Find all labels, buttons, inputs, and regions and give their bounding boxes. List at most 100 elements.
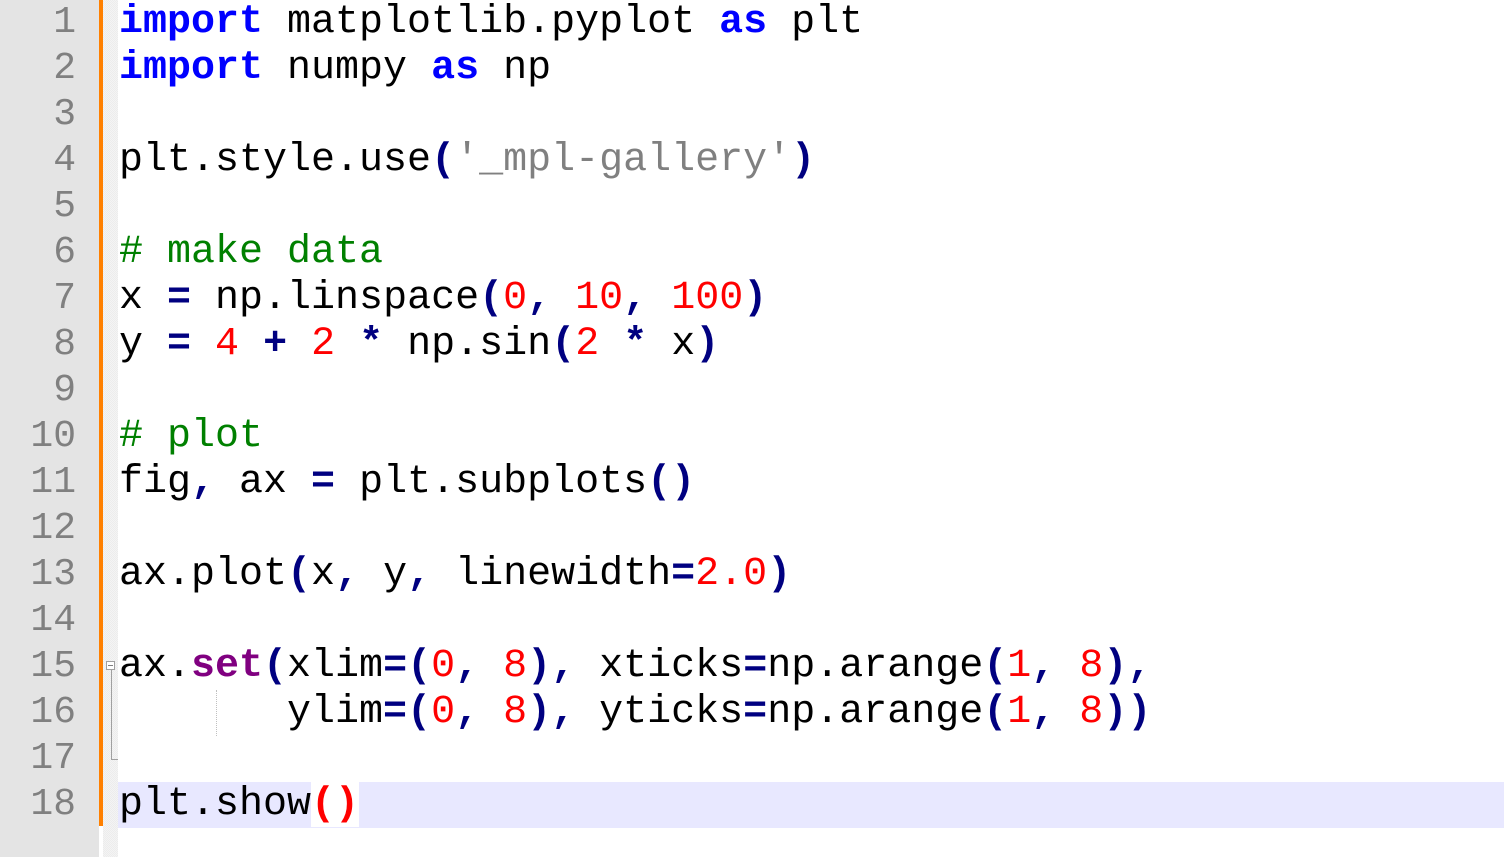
code-text[interactable]: import matplotlib.pyplot as plt [119,0,1504,46]
code-text[interactable] [119,184,1504,230]
identifier-token: fig [119,460,192,505]
operator-token: = [671,552,696,597]
line-number[interactable]: 3 [0,92,76,138]
code-line[interactable]: 1 import matplotlib.pyplot as plt [0,0,1504,46]
code-line[interactable]: 18 plt.show() [0,782,1504,828]
code-line[interactable]: 14 [0,598,1504,644]
operator-token: , [527,276,552,321]
code-text[interactable]: fig, ax = plt.subplots() [119,460,1504,506]
number-token: 0 [431,644,456,689]
code-text[interactable] [119,598,1504,644]
number-token: 0 [431,690,456,735]
code-line[interactable]: 11 fig, ax = plt.subplots() [0,460,1504,506]
identifier-token: x [119,276,168,321]
number-token: 1 [1007,690,1032,735]
code-line[interactable]: 4 plt.style.use('_mpl-gallery') [0,138,1504,184]
code-line[interactable]: 10 # plot [0,414,1504,460]
number-token: 4 [215,322,240,367]
code-text[interactable]: plt.show() [119,782,1504,828]
number-token: 8 [1079,690,1104,735]
line-number[interactable]: 17 [0,736,76,782]
line-number[interactable]: 11 [0,460,76,506]
code-text[interactable]: plt.style.use('_mpl-gallery') [119,138,1504,184]
operator-token: + [263,322,288,367]
identifier-token: numpy [263,46,432,91]
line-number[interactable]: 8 [0,322,76,368]
number-token: 1 [1007,644,1032,689]
line-number[interactable]: 10 [0,414,76,460]
code-text[interactable]: # plot [119,414,1504,460]
code-text[interactable]: ylim=(0, 8), yticks=np.arange(1, 8)) [119,690,1504,736]
code-line[interactable]: 16 ylim=(0, 8), yticks=np.arange(1, 8)) [0,690,1504,736]
number-token: 8 [503,644,528,689]
keyword-token: as [719,0,768,45]
code-text[interactable]: # make data [119,230,1504,276]
operator-token: =( [383,690,432,735]
line-number[interactable]: 6 [0,230,76,276]
identifier-token: x [647,322,696,367]
line-number[interactable]: 13 [0,552,76,598]
line-number[interactable]: 2 [0,46,76,92]
code-editor[interactable]: 1 import matplotlib.pyplot as plt 2 import … [0,0,1504,828]
operator-token: , [335,552,360,597]
line-number[interactable]: 15 [0,644,76,690]
comment-token: # make data [119,230,384,275]
operator-token: , [407,552,432,597]
line-number[interactable]: 12 [0,506,76,552]
operator-token: ( [551,322,576,367]
operator-token: , [1031,690,1056,735]
operator-token: , [455,690,480,735]
operator-token: =( [383,644,432,689]
code-line[interactable]: 9 [0,368,1504,414]
code-text[interactable]: ax.plot(x, y, linewidth=2.0) [119,552,1504,598]
code-line[interactable]: 5 [0,184,1504,230]
code-line[interactable]: 12 [0,506,1504,552]
line-number[interactable]: 1 [0,0,76,46]
identifier-token: x [311,552,336,597]
identifier-token [335,322,359,367]
identifier-token: plt.subplots [335,460,648,505]
code-line[interactable]: 8 y = 4 + 2 * np.sin(2 * x) [0,322,1504,368]
identifier-token [191,322,215,367]
identifier-token: np [479,46,552,91]
code-line[interactable]: 17 [0,736,1504,782]
keyword-token: import [119,0,264,45]
operator-token: ( [983,690,1008,735]
code-line[interactable]: 2 import numpy as np [0,46,1504,92]
identifier-token: y [359,552,408,597]
identifier-token: np.sin [383,322,552,367]
identifier-token: plt.show [119,782,312,827]
code-line[interactable]: 13 ax.plot(x, y, linewidth=2.0) [0,552,1504,598]
line-number[interactable]: 9 [0,368,76,414]
identifier-token: y [119,322,168,367]
operator-token: = [743,644,768,689]
code-text[interactable]: import numpy as np [119,46,1504,92]
operator-token: , [1031,644,1056,689]
code-line[interactable]: 15 ax.set(xlim=(0, 8), xticks=np.arange(1… [0,644,1504,690]
line-number[interactable]: 5 [0,184,76,230]
operator-token: = [167,276,192,321]
code-text[interactable]: x = np.linspace(0, 10, 100) [119,276,1504,322]
number-token: 2.0 [695,552,768,597]
operator-token: = [167,322,192,367]
code-text[interactable] [119,92,1504,138]
code-text[interactable]: y = 4 + 2 * np.sin(2 * x) [119,322,1504,368]
code-text[interactable]: ax.set(xlim=(0, 8), xticks=np.arange(1, … [119,644,1504,690]
line-number[interactable]: 7 [0,276,76,322]
line-number[interactable]: 16 [0,690,76,736]
code-text[interactable] [119,736,1504,782]
number-token: 2 [311,322,336,367]
keyword-token: import [119,46,264,91]
line-number[interactable]: 14 [0,598,76,644]
code-line[interactable]: 3 [0,92,1504,138]
code-text[interactable] [119,368,1504,414]
line-number[interactable]: 18 [0,782,76,828]
identifier-token: yticks [575,690,744,735]
identifier-token: np.arange [767,644,984,689]
code-line[interactable]: 7 x = np.linspace(0, 10, 100) [0,276,1504,322]
line-number[interactable]: 4 [0,138,76,184]
operator-token: * [623,322,648,367]
operator-token: ), [527,644,576,689]
code-line[interactable]: 6 # make data [0,230,1504,276]
code-text[interactable] [119,506,1504,552]
